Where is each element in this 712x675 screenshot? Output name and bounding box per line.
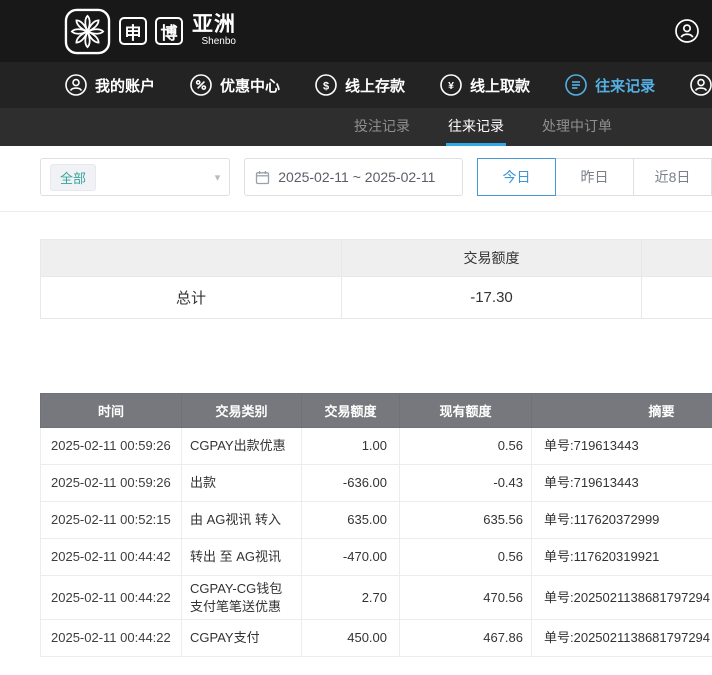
cell-summary: 单号:719613443: [532, 428, 712, 465]
records-icon: [564, 73, 588, 97]
records-header-row: 时间 交易类别 交易额度 现有额度 摘要: [41, 394, 712, 428]
summary-header-cut: [642, 240, 712, 277]
cell-time: 2025-02-11 00:44:42: [41, 539, 182, 576]
nav-label: 线上取款: [470, 75, 530, 96]
summary-total-value: -17.30: [342, 277, 642, 319]
date-range-value: 2025-02-11 ~ 2025-02-11: [278, 169, 435, 185]
section-divider: [0, 211, 712, 212]
calendar-icon: [255, 170, 270, 185]
brand-char-bo: 博: [155, 17, 183, 45]
cell-balance: 467.86: [400, 620, 532, 657]
withdraw-icon: ¥: [439, 73, 463, 97]
cell-time: 2025-02-11 00:44:22: [41, 620, 182, 657]
cell-amount: -470.00: [302, 539, 400, 576]
date-range-picker[interactable]: 2025-02-11 ~ 2025-02-11: [244, 158, 463, 196]
header-amount: 交易额度: [302, 394, 400, 428]
last-8-days-button[interactable]: 近8日: [633, 158, 712, 196]
nav-label: 优惠中心: [220, 75, 280, 96]
cell-amount: 2.70: [302, 576, 400, 620]
tab-processing-orders[interactable]: 处理中订单: [540, 108, 614, 146]
deposit-icon: $: [314, 73, 338, 97]
top-header: 申 博 亚洲 Shenbo: [0, 0, 712, 62]
summary-header-amount: 交易额度: [342, 240, 642, 277]
table-row: 2025-02-11 00:52:15 由 AG视讯 转入 635.00 635…: [41, 502, 712, 539]
cell-amount: -636.00: [302, 465, 400, 502]
cell-balance: 470.56: [400, 576, 532, 620]
cell-type: CGPAY-CG钱包支付笔笔送优惠: [182, 576, 302, 620]
promotions-icon: [189, 73, 213, 97]
cell-time: 2025-02-11 00:44:22: [41, 576, 182, 620]
summary-total-row: 总计 -17.30: [41, 277, 712, 319]
sub-nav: 投注记录 往来记录 处理中订单: [0, 108, 712, 146]
more-nav-icon: [689, 73, 712, 97]
svg-text:$: $: [323, 80, 329, 92]
records-table-wrap: 时间 交易类别 交易额度 现有额度 摘要 2025-02-11 00:59:26…: [40, 393, 712, 657]
tab-betting-records[interactable]: 投注记录: [352, 108, 412, 146]
cell-amount: 1.00: [302, 428, 400, 465]
cell-time: 2025-02-11 00:59:26: [41, 428, 182, 465]
table-row: 2025-02-11 00:59:26 CGPAY出款优惠 1.00 0.56 …: [41, 428, 712, 465]
cell-type: 由 AG视讯 转入: [182, 502, 302, 539]
type-select-value: 全部: [50, 164, 96, 191]
svg-text:¥: ¥: [448, 80, 454, 92]
chevron-down-icon: ▾: [215, 171, 221, 184]
records-table: 时间 交易类别 交易额度 现有额度 摘要 2025-02-11 00:59:26…: [40, 393, 712, 657]
header-time: 时间: [41, 394, 182, 428]
table-row: 2025-02-11 00:44:42 转出 至 AG视讯 -470.00 0.…: [41, 539, 712, 576]
cell-summary: 单号:117620372999: [532, 502, 712, 539]
nav-label: 我的账户: [95, 75, 155, 96]
summary-total-label: 总计: [41, 277, 342, 319]
tab-transaction-records[interactable]: 往来记录: [446, 108, 506, 146]
brand-region: 亚洲: [192, 14, 236, 36]
today-button[interactable]: 今日: [477, 158, 556, 196]
cell-balance: -0.43: [400, 465, 532, 502]
nav-label: 往来记录: [595, 75, 655, 96]
filter-bar: 全部 ▾ 2025-02-11 ~ 2025-02-11 今日 昨日 近8日: [40, 158, 712, 196]
summary-table: 交易额度 总计 -17.30: [40, 239, 712, 319]
type-select[interactable]: 全部 ▾: [40, 158, 230, 196]
brand-subtitle: Shenbo: [192, 37, 236, 48]
header-type: 交易类别: [182, 394, 302, 428]
nav-label: 线上存款: [345, 75, 405, 96]
brand-char-shen: 申: [119, 17, 147, 45]
cell-balance: 0.56: [400, 428, 532, 465]
summary-total-cut: [642, 277, 712, 319]
cell-time: 2025-02-11 00:52:15: [41, 502, 182, 539]
summary-header-empty: [41, 240, 342, 277]
cell-type: 转出 至 AG视讯: [182, 539, 302, 576]
brand-logo[interactable]: 申 博 亚洲 Shenbo: [64, 8, 236, 55]
nav-item-transaction-records[interactable]: 往来记录: [564, 73, 655, 97]
nav-item-deposit[interactable]: $ 线上存款: [314, 73, 405, 97]
yesterday-button[interactable]: 昨日: [555, 158, 634, 196]
quick-date-buttons: 今日 昨日 近8日: [477, 158, 712, 196]
summary-table-wrap: 交易额度 总计 -17.30: [40, 239, 712, 319]
cell-amount: 450.00: [302, 620, 400, 657]
cell-type: 出款: [182, 465, 302, 502]
table-row: 2025-02-11 00:44:22 CGPAY支付 450.00 467.8…: [41, 620, 712, 657]
header-balance: 现有额度: [400, 394, 532, 428]
account-circle-icon[interactable]: [674, 18, 700, 49]
cell-time: 2025-02-11 00:59:26: [41, 465, 182, 502]
main-nav: 我的账户 优惠中心 $ 线上存款 ¥ 线上取款 往来记录: [0, 62, 712, 108]
cell-summary: 单号:2025021138681797294: [532, 620, 712, 657]
table-row: 2025-02-11 00:59:26 出款 -636.00 -0.43 单号:…: [41, 465, 712, 502]
account-icon: [64, 73, 88, 97]
cell-balance: 0.56: [400, 539, 532, 576]
header-summary: 摘要: [532, 394, 712, 428]
cell-type: CGPAY支付: [182, 620, 302, 657]
cell-type: CGPAY出款优惠: [182, 428, 302, 465]
flower-logo-icon: [64, 8, 111, 55]
cell-amount: 635.00: [302, 502, 400, 539]
nav-item-promotions[interactable]: 优惠中心: [189, 73, 280, 97]
nav-item-more[interactable]: [689, 73, 712, 97]
cell-balance: 635.56: [400, 502, 532, 539]
summary-header-row: 交易额度: [41, 240, 712, 277]
table-row: 2025-02-11 00:44:22 CGPAY-CG钱包支付笔笔送优惠 2.…: [41, 576, 712, 620]
nav-item-my-account[interactable]: 我的账户: [64, 73, 155, 97]
cell-summary: 单号:2025021138681797294: [532, 576, 712, 620]
cell-summary: 单号:117620319921: [532, 539, 712, 576]
cell-summary: 单号:719613443: [532, 465, 712, 502]
nav-item-withdraw[interactable]: ¥ 线上取款: [439, 73, 530, 97]
